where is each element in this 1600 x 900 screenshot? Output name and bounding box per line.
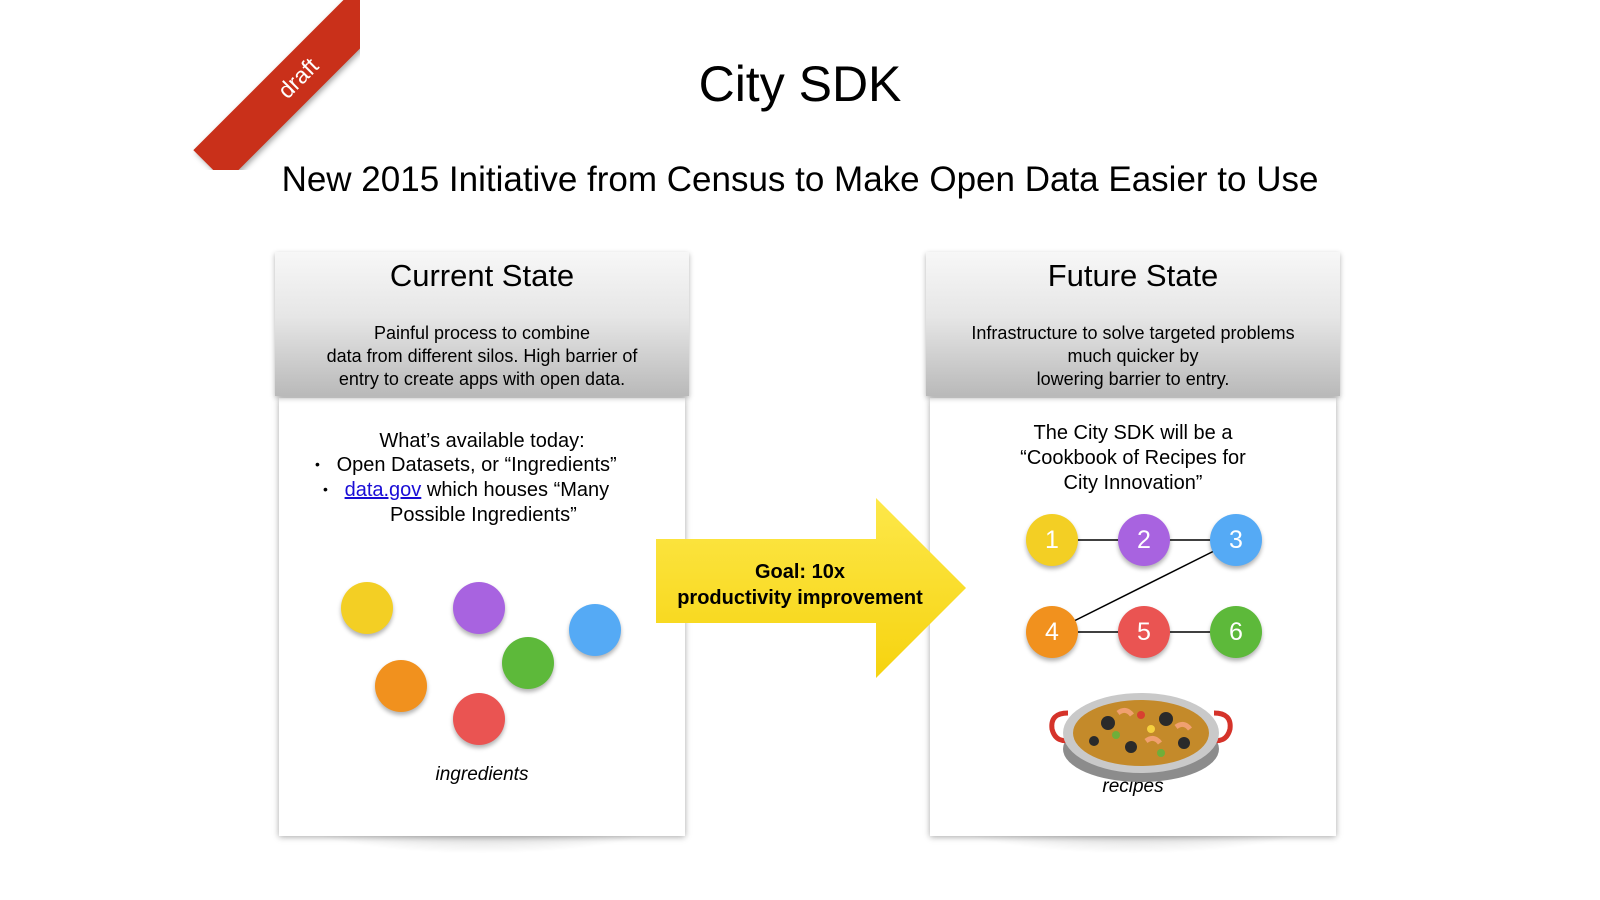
bullet-text: which houses “Many bbox=[421, 479, 610, 501]
current-state-header: Current State Painful process to combine… bbox=[275, 252, 689, 396]
recipe-node: 4 bbox=[1026, 606, 1078, 658]
future-state-header: Future State Infrastructure to solve tar… bbox=[926, 252, 1340, 396]
recipe-node: 6 bbox=[1210, 606, 1262, 658]
current-state-panel: What’s available today: • Open Datasets,… bbox=[275, 252, 689, 854]
recipe-node: 5 bbox=[1118, 606, 1170, 658]
ingredient-dot-yellow bbox=[341, 582, 393, 634]
current-state-body: What’s available today: • Open Datasets,… bbox=[279, 398, 685, 836]
goal-line: productivity improvement bbox=[677, 587, 923, 609]
recipe-node: 1 bbox=[1026, 514, 1078, 566]
current-state-description: Painful process to combine data from dif… bbox=[285, 322, 679, 391]
description-line: Painful process to combine bbox=[373, 323, 591, 343]
bullet-item: • data.gov which houses “Many bbox=[323, 479, 610, 501]
description-line: lowering barrier to entry. bbox=[1036, 369, 1230, 389]
goal-arrow-label: Goal: 10x productivity improvement bbox=[660, 559, 940, 611]
available-heading: What’s available today: bbox=[379, 430, 585, 452]
bullet-item: • Open Datasets, or “Ingredients” bbox=[315, 454, 617, 476]
goal-line: Goal: 10x bbox=[754, 561, 846, 583]
description-line: much quicker by bbox=[1067, 346, 1199, 366]
recipe-node: 2 bbox=[1118, 514, 1170, 566]
ingredient-dot-purple bbox=[453, 582, 505, 634]
ingredient-dot-green bbox=[502, 637, 554, 689]
page-subtitle: New 2015 Initiative from Census to Make … bbox=[281, 160, 1319, 199]
description-line: data from different silos. High barrier … bbox=[326, 346, 638, 366]
ingredient-dot-red bbox=[453, 693, 505, 745]
paella-pan-image bbox=[1049, 693, 1233, 782]
description-line: entry to create apps with open data. bbox=[338, 369, 626, 389]
recipe-node: 3 bbox=[1210, 514, 1262, 566]
bullet-text: Open Datasets, or “Ingredients” bbox=[336, 454, 617, 476]
future-state-description: Infrastructure to solve targeted problem… bbox=[936, 322, 1330, 391]
data-gov-link[interactable]: data.gov bbox=[345, 479, 422, 501]
bullet-continuation: Possible Ingredients” bbox=[390, 504, 577, 526]
ingredient-dot-blue bbox=[569, 604, 621, 656]
ingredient-dot-orange bbox=[375, 660, 427, 712]
current-state-title: Current State bbox=[389, 258, 575, 293]
future-state-title: Future State bbox=[1047, 258, 1219, 293]
description-line: Infrastructure to solve targeted problem… bbox=[971, 323, 1295, 343]
page-title: City SDK bbox=[698, 56, 902, 112]
ingredients-caption: ingredients bbox=[435, 764, 529, 785]
